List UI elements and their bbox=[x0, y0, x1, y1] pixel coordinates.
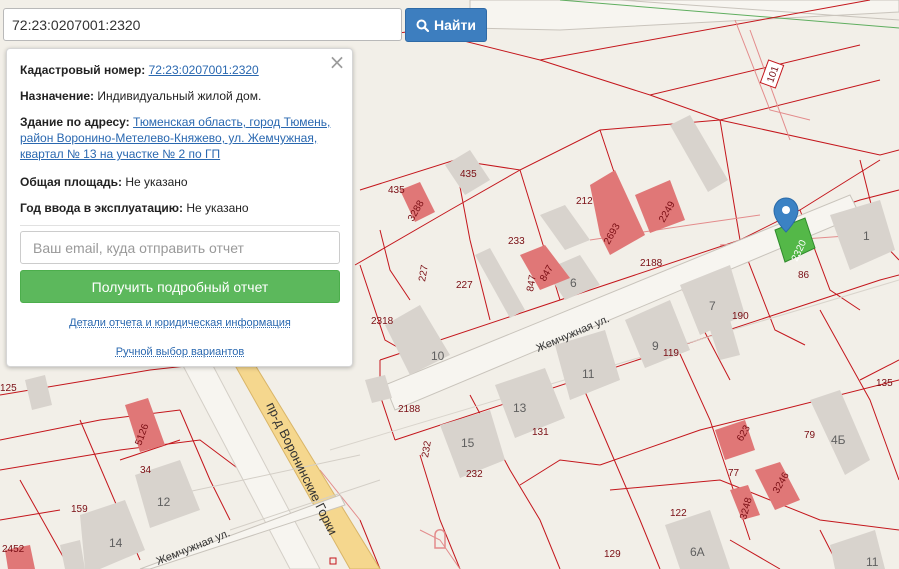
parcel-label: 79 bbox=[804, 430, 816, 441]
divider bbox=[20, 225, 340, 226]
house-number: 12 bbox=[157, 495, 171, 509]
house-number: 11 bbox=[866, 555, 879, 569]
area-row: Общая площадь: Не указано bbox=[20, 174, 338, 190]
parcel-label: 119 bbox=[663, 348, 679, 359]
year-label: Год ввода в эксплуатацию: bbox=[20, 201, 184, 215]
parcel-label: 190 bbox=[732, 311, 749, 322]
manual-selection-link[interactable]: Ручной выбор вариантов bbox=[20, 346, 340, 358]
parcel-label: 2452 bbox=[2, 544, 25, 555]
house-number: 10 bbox=[431, 349, 445, 363]
cadastral-number-link[interactable]: 72:23:0207001:2320 bbox=[149, 63, 259, 77]
house-number: 4Б bbox=[831, 433, 846, 447]
purpose-row: Назначение: Индивидуальный жилой дом. bbox=[20, 88, 338, 104]
email-input[interactable] bbox=[20, 231, 340, 264]
search-button[interactable]: Найти bbox=[405, 8, 487, 42]
get-report-button[interactable]: Получить подробный отчет bbox=[20, 270, 340, 303]
object-info-panel: × Кадастровый номер: 72:23:0207001:2320 … bbox=[6, 48, 353, 367]
parcel-label: 159 bbox=[71, 504, 88, 515]
parcel-label: 2188 bbox=[398, 404, 421, 415]
cadastral-number-row: Кадастровый номер: 72:23:0207001:2320 bbox=[20, 62, 338, 78]
area-value: Не указано bbox=[125, 175, 188, 189]
parcel-label: 2188 bbox=[640, 258, 663, 269]
parcel-label: 212 bbox=[576, 196, 593, 207]
address-label: Здание по адресу: bbox=[20, 115, 130, 129]
parcel-label: 435 bbox=[460, 169, 477, 180]
parcel-label: 77 bbox=[728, 468, 740, 479]
house-number: 6А bbox=[690, 545, 705, 559]
house-number: 6 bbox=[570, 276, 577, 290]
house-number: 1 bbox=[863, 229, 870, 243]
parcel-label: 2318 bbox=[371, 316, 394, 327]
search-icon bbox=[416, 19, 430, 32]
search-button-label: Найти bbox=[434, 17, 476, 33]
year-row: Год ввода в эксплуатацию: Не указано bbox=[20, 200, 338, 216]
parcel-label: 435 bbox=[388, 185, 405, 196]
parcel-label: 122 bbox=[670, 508, 687, 519]
area-label: Общая площадь: bbox=[20, 175, 123, 189]
report-details-link[interactable]: Детали отчета и юридическая информация bbox=[20, 317, 340, 329]
house-number: 11 bbox=[582, 367, 595, 381]
parcel-label: 129 bbox=[604, 549, 621, 560]
parcel-label: 86 bbox=[798, 270, 810, 281]
parcel-label: 227 bbox=[456, 280, 473, 291]
house-number: 9 bbox=[652, 339, 659, 353]
parcel-label: 232 bbox=[466, 469, 483, 480]
parcel-label: 135 bbox=[876, 378, 893, 389]
cadastral-search-input[interactable] bbox=[3, 8, 402, 41]
purpose-label: Назначение: bbox=[20, 89, 95, 103]
parcel-label: 233 bbox=[508, 236, 525, 247]
purpose-value: Индивидуальный жилой дом. bbox=[97, 89, 262, 103]
address-row: Здание по адресу: Тюменская область, гор… bbox=[20, 114, 338, 162]
year-value: Не указано bbox=[186, 201, 249, 215]
house-number: 14 bbox=[109, 536, 123, 550]
parcel-label: 131 bbox=[532, 427, 549, 438]
cadastral-number-label: Кадастровый номер: bbox=[20, 63, 146, 77]
house-number: 13 bbox=[513, 401, 527, 415]
parcel-label: 34 bbox=[140, 465, 152, 476]
parcel-label: 125 bbox=[0, 383, 17, 394]
house-number: 7 bbox=[709, 299, 716, 313]
house-number: 15 bbox=[461, 436, 475, 450]
